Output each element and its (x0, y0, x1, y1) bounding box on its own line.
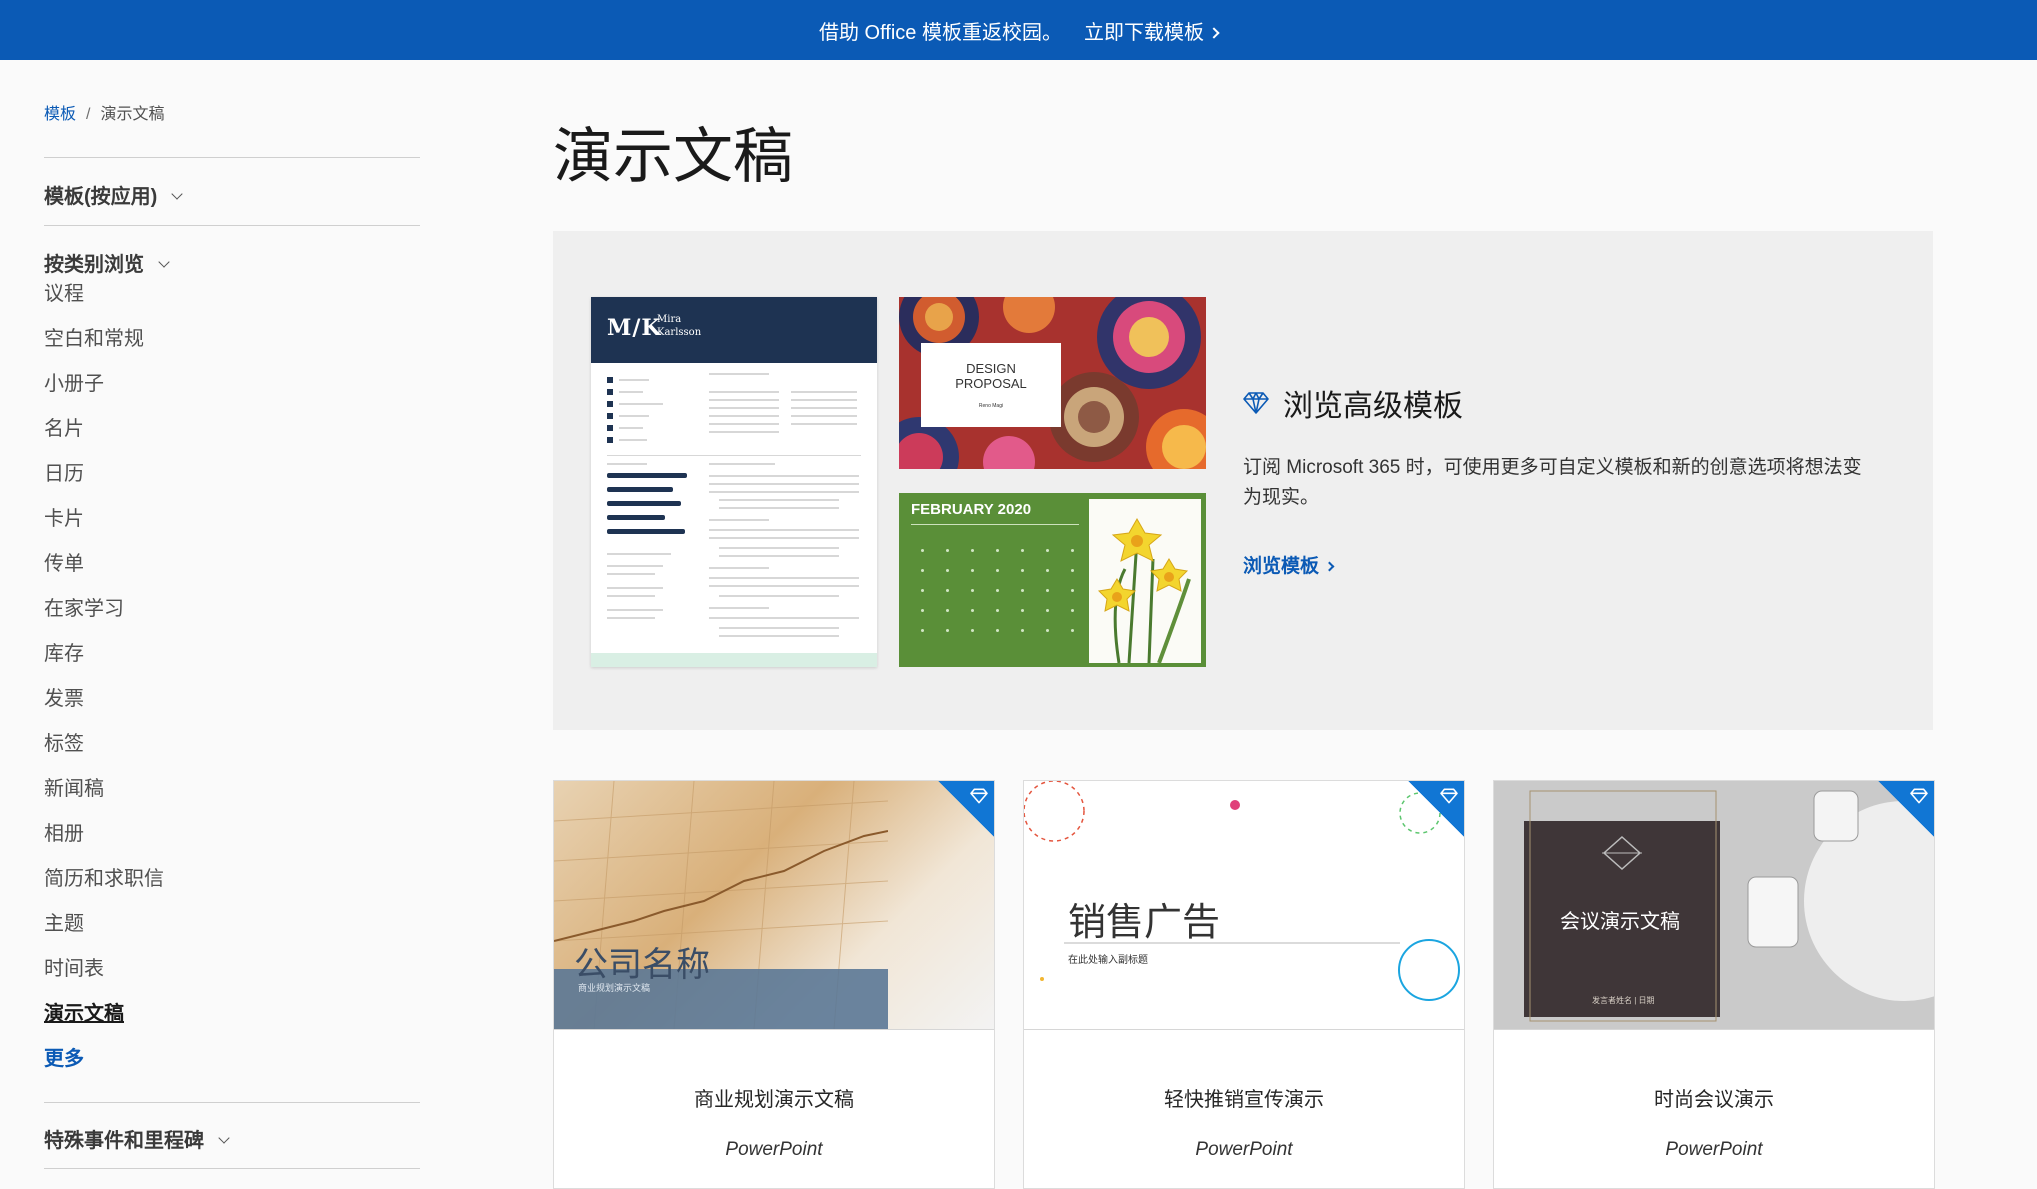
template-name: 轻快推销宣传演示 (1164, 1089, 1324, 1111)
promo-banner: 借助 Office 模板重返校园。 立即下载模板 (0, 0, 2037, 60)
category-link[interactable]: 传单 (44, 552, 164, 597)
category-link[interactable]: 时间表 (44, 957, 164, 1002)
thumb-subtitle: 商业规划演示文稿 (578, 983, 651, 993)
special-events-toggle[interactable]: 特殊事件和里程碑 (44, 1124, 230, 1153)
premium-description: 订阅 Microsoft 365 时，可使用更多可自定义模板和新的创意选项将想法… (1243, 457, 1862, 508)
divider (44, 1102, 420, 1103)
diamond-icon (970, 788, 988, 804)
page-title: 演示文稿 (553, 123, 793, 190)
category-link[interactable]: 卡片 (44, 507, 164, 552)
template-app: PowerPoint (1195, 1139, 1293, 1160)
template-app: PowerPoint (725, 1139, 823, 1160)
resume-template-preview[interactable]: M/K Mira Karlsson (591, 297, 877, 667)
premium-title: 浏览高级模板 (1283, 390, 1463, 423)
calendar-template-preview[interactable]: FEBRUARY 2020 (899, 493, 1206, 667)
diamond-icon (1910, 788, 1928, 804)
resume-name: Mira Karlsson (657, 314, 702, 338)
template-name: 时尚会议演示 (1654, 1089, 1774, 1111)
category-link[interactable]: 简历和求职信 (44, 867, 164, 912)
premium-promo: 浏览高级模板 订阅 Microsoft 365 时，可使用更多可自定义模板和新的… (1243, 381, 1863, 578)
premium-badge (938, 781, 994, 837)
calendar-title: FEBRUARY 2020 (911, 501, 1032, 518)
category-link[interactable]: 在家学习 (44, 597, 164, 642)
thumb-subtitle: 发言者姓名 | 日期 (1592, 996, 1655, 1005)
thumb-title: 销售广告 (1068, 902, 1221, 944)
premium-hero: M/K Mira Karlsson DESIGN PROPOSAL Reno M… (553, 231, 1933, 730)
divider (44, 225, 420, 226)
category-link[interactable]: 发票 (44, 687, 164, 732)
proposal-title-card: DESIGN PROPOSAL Reno Magi (921, 343, 1061, 427)
template-app: PowerPoint (1665, 1139, 1763, 1160)
template-card-stylish-meeting[interactable]: 会议演示文稿 发言者姓名 | 日期 时尚会议演示 PowerPoint (1493, 780, 1935, 1189)
template-thumbnail: 销售广告 在此处输入副标题 (1024, 781, 1464, 1029)
chevron-down-icon (171, 188, 183, 200)
category-link[interactable]: 标签 (44, 732, 164, 777)
more-categories-link[interactable]: 更多 (44, 1047, 164, 1092)
template-thumbnail: 公司名称 商业规划演示文稿 (554, 781, 994, 1029)
chevron-down-icon (218, 1132, 230, 1144)
premium-badge (1408, 781, 1464, 837)
diamond-icon (1440, 788, 1458, 804)
thumb-title: 会议演示文稿 (1560, 911, 1680, 933)
category-list: 议程 空白和常规 小册子 名片 日历 卡片 传单 在家学习 库存 发票 标签 新闻稿 相册 简历和求职信主… (44, 282, 164, 1092)
download-templates-link[interactable]: 立即下载模板 (1084, 16, 1220, 45)
daffodil-image (1089, 499, 1201, 664)
thumb-subtitle: 在此处输入副标题 (1068, 955, 1148, 966)
thumb-title: 公司名称 (574, 946, 710, 984)
design-proposal-template-preview[interactable]: DESIGN PROPOSAL Reno Magi (899, 297, 1206, 469)
breadcrumb: 模板 / 演示文稿 (44, 100, 164, 124)
category-link[interactable]: 主题 (44, 912, 164, 957)
breadcrumb-separator: / (86, 106, 91, 123)
category-link[interactable]: 小册子 (44, 372, 164, 417)
chevron-right-icon (1324, 561, 1335, 572)
promo-banner-text: 借助 Office 模板重返校园。 (819, 21, 1062, 44)
daffodil-illustration (1097, 517, 1191, 664)
chevron-right-icon (1208, 26, 1220, 39)
breadcrumb-templates-link[interactable]: 模板 (44, 106, 76, 123)
category-link[interactable]: 库存 (44, 642, 164, 687)
breadcrumb-current: 演示文稿 (100, 106, 165, 123)
template-thumbnail: 会议演示文稿 发言者姓名 | 日期 (1494, 781, 1934, 1029)
premium-badge (1878, 781, 1934, 837)
diamond-icon (1243, 392, 1269, 414)
divider (44, 157, 420, 158)
resume-monogram: M/K (607, 315, 662, 341)
templates-by-app-toggle[interactable]: 模板(按应用) (44, 180, 183, 209)
template-name: 商业规划演示文稿 (694, 1089, 854, 1111)
category-link[interactable]: 日历 (44, 462, 164, 507)
browse-templates-link[interactable]: 浏览模板 (1243, 551, 1335, 578)
divider (44, 1168, 420, 1169)
template-card-sales-pitch[interactable]: 销售广告 在此处输入副标题 轻快推销宣传演示 PowerPoint (1023, 780, 1465, 1189)
category-link[interactable]: 相册 (44, 822, 164, 867)
category-link[interactable]: 新闻稿 (44, 777, 164, 822)
browse-by-category-toggle[interactable]: 按类别浏览 (44, 248, 170, 277)
template-card-business-plan[interactable]: 公司名称 商业规划演示文稿 商业规划演示文稿 PowerPoint (553, 780, 995, 1189)
category-link[interactable]: 议程 (44, 282, 164, 327)
category-link[interactable]: 名片 (44, 417, 164, 462)
chevron-down-icon (158, 256, 170, 268)
category-link[interactable]: 空白和常规 (44, 327, 164, 372)
category-link[interactable]: 演示文稿 (44, 1002, 164, 1047)
